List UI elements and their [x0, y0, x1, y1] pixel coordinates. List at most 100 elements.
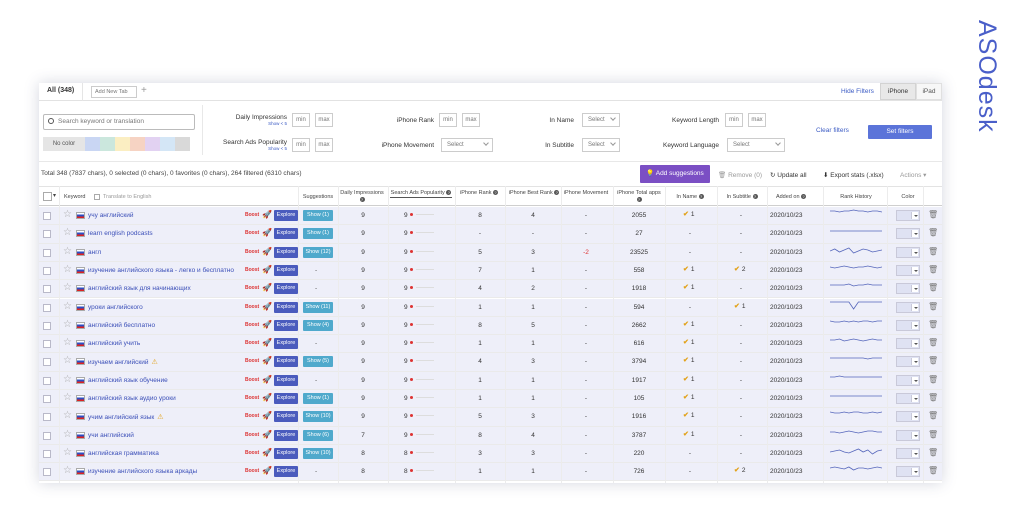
select-all-checkbox[interactable] [43, 192, 52, 201]
column-daily-impressions[interactable]: Daily Impressions? [338, 190, 386, 204]
row-color-select[interactable] [896, 447, 920, 459]
row-color-select[interactable] [896, 393, 920, 404]
row-color-select[interactable] [896, 246, 920, 258]
row-color-select[interactable] [896, 374, 920, 386]
rocket-icon[interactable]: 🚀 [262, 466, 272, 476]
table-row[interactable]: ☆ изучаем английский ⚠ Boost 🚀 Explore Show (5… [39, 353, 942, 372]
keyword-length-min[interactable]: min [725, 113, 743, 127]
rocket-icon[interactable]: 🚀 [262, 338, 272, 348]
show-suggestions-button[interactable]: Show (1) [303, 210, 333, 221]
color-swatch[interactable] [145, 137, 160, 151]
table-row[interactable]: ☆ изучение английского языка аркады Boost 🚀… [39, 463, 942, 482]
explore-button[interactable]: Explore [274, 356, 298, 368]
rocket-icon[interactable]: 🚀 [262, 228, 272, 238]
iphone-rank-min[interactable]: min [439, 113, 457, 127]
export-stats-button[interactable]: ⬇ Export stats (.xlsx) [823, 171, 884, 179]
explore-button[interactable]: Explore [274, 283, 298, 295]
color-swatch[interactable] [160, 137, 175, 151]
delete-icon[interactable]: 🗑 [928, 430, 938, 440]
show-suggestions-button[interactable]: Show (1) [303, 393, 333, 404]
show-suggestions-button[interactable]: Show (10) [303, 447, 333, 459]
column-suggestions[interactable]: Suggestions [298, 194, 338, 201]
keyword-link[interactable]: английский бесплатно [88, 322, 155, 329]
table-row[interactable]: ☆ изучение английского языка - легко и бе… [39, 261, 942, 281]
boost-label[interactable]: Boost [245, 395, 259, 401]
boost-label[interactable]: Boost [245, 322, 259, 328]
row-color-select[interactable] [896, 338, 920, 350]
in-subtitle-select[interactable]: Select [582, 138, 620, 152]
column-iphone-rank[interactable]: iPhone Rank ? [459, 190, 499, 197]
row-color-select[interactable] [896, 210, 920, 221]
boost-label[interactable]: Boost [245, 304, 259, 310]
delete-icon[interactable]: 🗑 [928, 448, 938, 458]
boost-label[interactable]: Boost [245, 432, 259, 438]
color-swatch[interactable] [100, 137, 115, 151]
update-all-button[interactable]: ↻ Update all [770, 171, 807, 179]
row-color-select[interactable] [896, 228, 920, 240]
color-swatch[interactable] [115, 137, 130, 151]
favorite-star-icon[interactable]: ☆ [63, 282, 72, 293]
actions-dropdown[interactable]: Actions ▾ [900, 171, 926, 179]
favorite-star-icon[interactable]: ☆ [63, 337, 72, 348]
favorite-star-icon[interactable]: ☆ [63, 447, 72, 458]
keyword-link[interactable]: уроки английского [88, 304, 143, 311]
rocket-icon[interactable]: 🚀 [262, 448, 272, 458]
delete-icon[interactable]: 🗑 [928, 210, 938, 220]
explore-button[interactable]: Explore [274, 228, 298, 240]
explore-button[interactable]: Explore [274, 246, 298, 258]
rocket-icon[interactable]: 🚀 [262, 411, 272, 421]
boost-label[interactable]: Boost [245, 450, 259, 456]
rocket-icon[interactable]: 🚀 [262, 265, 272, 275]
show-suggestions-button[interactable]: Show (10) [303, 411, 333, 423]
column-in-subtitle[interactable]: In Subtitle ? [717, 194, 767, 201]
column-iphone-best-rank[interactable]: iPhone Best Rank ? [507, 190, 561, 197]
color-swatch[interactable] [175, 137, 190, 151]
show-suggestions-button[interactable]: Show (6) [303, 429, 333, 441]
boost-label[interactable]: Boost [245, 267, 259, 273]
explore-button[interactable]: Explore [274, 210, 298, 221]
explore-button[interactable]: Explore [274, 411, 298, 423]
clear-filters-link[interactable]: Clear filters [816, 127, 849, 134]
boost-label[interactable]: Boost [245, 249, 259, 255]
favorite-star-icon[interactable]: ☆ [63, 301, 72, 312]
delete-icon[interactable]: 🗑 [928, 320, 938, 330]
row-color-select[interactable] [896, 466, 920, 478]
row-checkbox[interactable] [43, 340, 51, 349]
delete-icon[interactable]: 🗑 [928, 247, 938, 257]
delete-icon[interactable]: 🗑 [928, 228, 938, 238]
favorite-star-icon[interactable]: ☆ [63, 264, 72, 275]
explore-button[interactable]: Explore [274, 466, 298, 478]
rocket-icon[interactable]: 🚀 [262, 393, 272, 403]
show-suggestions-button[interactable]: Show (11) [303, 301, 333, 313]
translate-checkbox[interactable] [94, 194, 100, 200]
color-swatch[interactable] [85, 137, 100, 151]
explore-button[interactable]: Explore [274, 393, 298, 404]
keyword-search-input[interactable]: Search keyword or translation [43, 114, 195, 130]
new-tab-input[interactable]: Add New Tab [91, 86, 137, 98]
row-color-select[interactable] [896, 411, 920, 423]
keyword-link[interactable]: английский язык обучение [88, 377, 168, 384]
favorite-star-icon[interactable]: ☆ [63, 374, 72, 385]
row-checkbox[interactable] [43, 358, 51, 367]
keyword-language-select[interactable]: Select [727, 138, 785, 152]
keyword-link[interactable]: learn english podcasts [88, 230, 153, 237]
table-row[interactable]: ☆ английская грамматика Boost 🚀 Explore Show … [39, 444, 942, 464]
table-row[interactable]: ☆ learn english podcasts Boost 🚀 Explore Show… [39, 225, 942, 244]
column-in-name[interactable]: In Name ? [666, 194, 714, 201]
table-row[interactable]: ☆ учу английский Boost 🚀 Explore Show (1) 9 9 8 4… [39, 207, 942, 226]
row-checkbox[interactable] [43, 321, 51, 330]
row-checkbox[interactable] [43, 376, 51, 385]
show-suggestions-button[interactable]: Show (1) [303, 228, 333, 240]
remove-button[interactable]: 🗑 Remove (0) [718, 171, 762, 179]
favorite-star-icon[interactable]: ☆ [63, 227, 72, 238]
rocket-icon[interactable]: 🚀 [262, 247, 272, 257]
table-row[interactable]: ☆ учим английский язык ⚠ Boost 🚀 Explore Show … [39, 408, 942, 427]
keyword-link[interactable]: английский язык для начинающих [88, 285, 191, 292]
keyword-link[interactable]: учи английский [88, 432, 134, 439]
device-ipad-toggle[interactable]: iPad [916, 83, 942, 100]
rocket-icon[interactable]: 🚀 [262, 356, 272, 366]
delete-icon[interactable]: 🗑 [928, 411, 938, 421]
delete-icon[interactable]: 🗑 [928, 283, 938, 293]
row-checkbox[interactable] [43, 413, 51, 422]
hide-filters-link[interactable]: Hide Filters [841, 88, 874, 95]
